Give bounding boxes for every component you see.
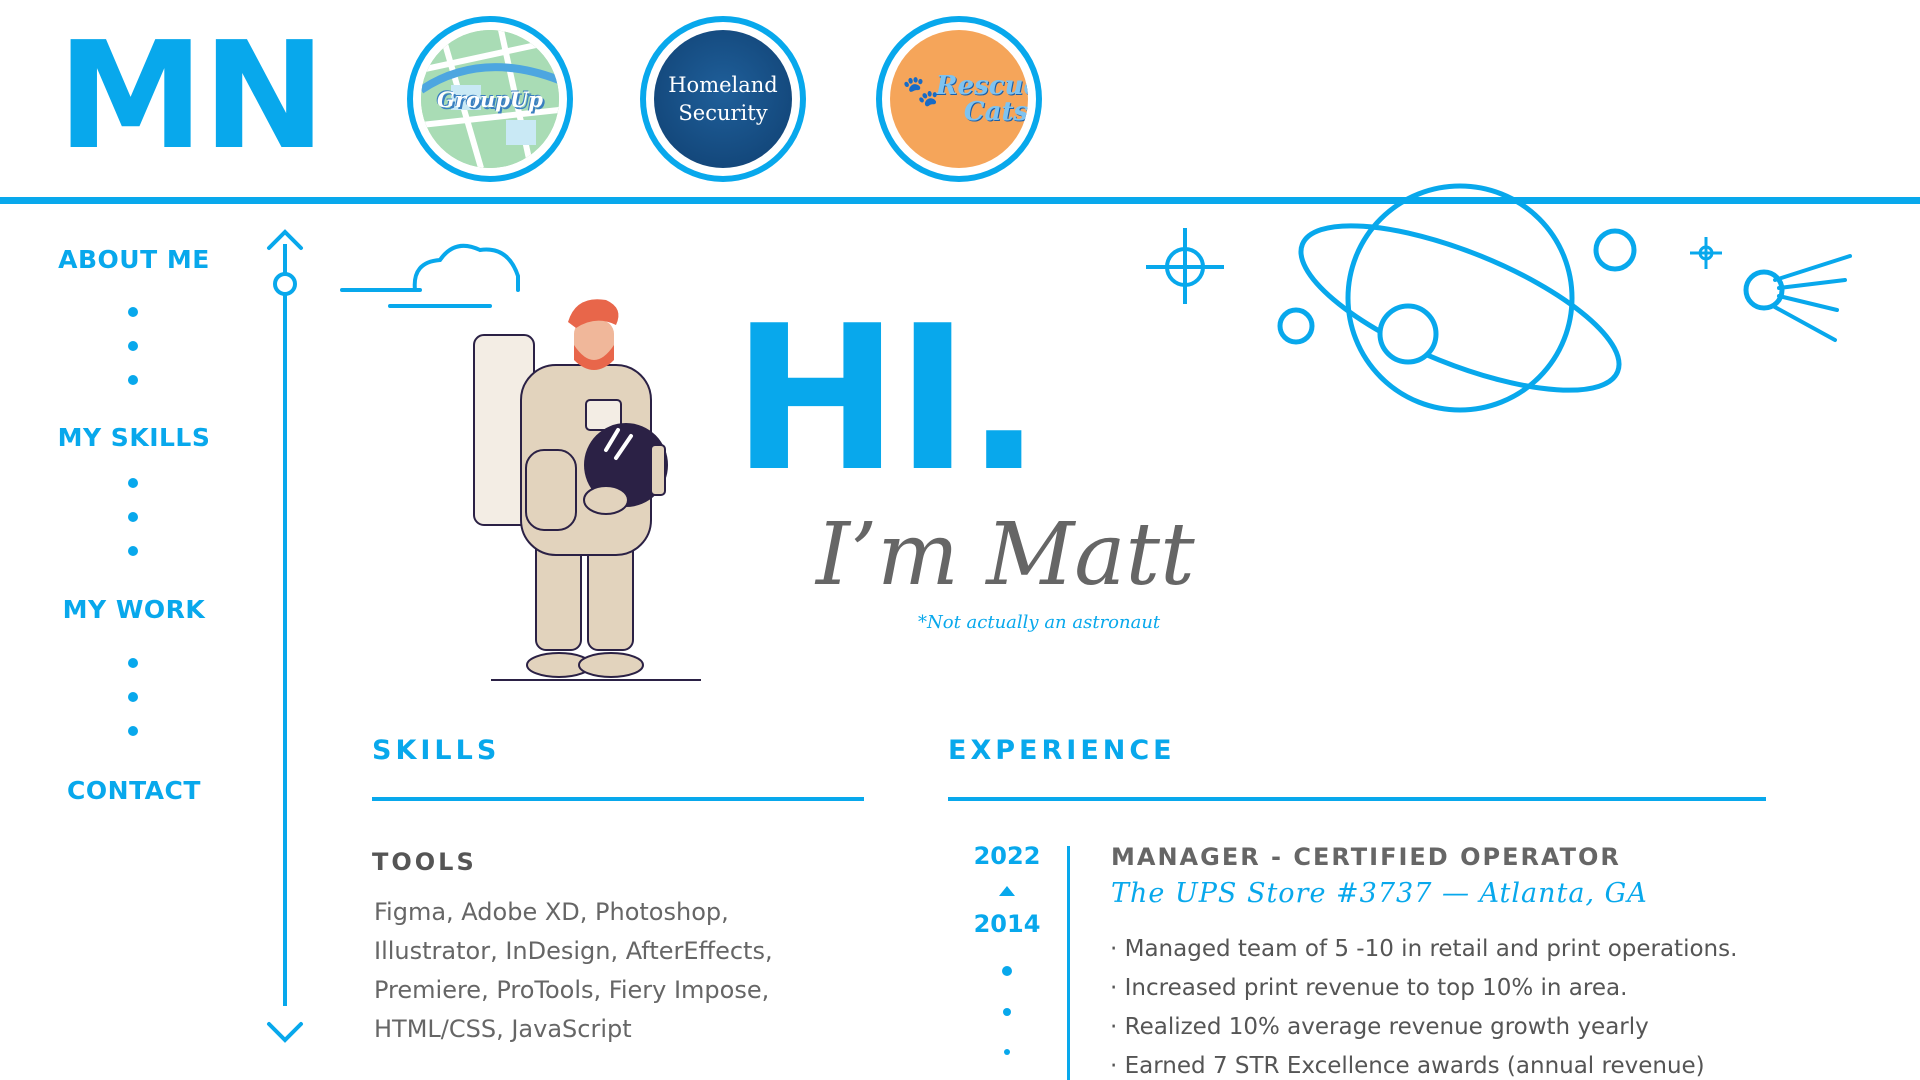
year-end: 2022 <box>973 842 1041 870</box>
tools-title: TOOLS <box>372 848 477 876</box>
rescue-label-line1: Rescue <box>935 71 1028 101</box>
nav-item-contact[interactable]: CONTACT <box>34 776 234 805</box>
job-bullet: · Realized 10% average revenue growth ye… <box>1110 1014 1649 1040</box>
homeland-security-thumbnail: Homeland Security <box>654 30 792 168</box>
logo[interactable]: MN <box>57 22 326 170</box>
nav-dot <box>128 341 138 351</box>
triangle-up-icon <box>999 886 1015 896</box>
tools-line: Illustrator, InDesign, AfterEffects, <box>374 937 773 965</box>
nav-dot <box>128 307 138 317</box>
satellite-icon <box>1743 254 1852 342</box>
job-bullet: · Earned 7 STR Excellence awards (annual… <box>1110 1053 1705 1079</box>
sparkle-icon <box>1146 228 1224 304</box>
planet-icon <box>1277 183 1637 413</box>
hero-greeting: HI. <box>732 283 1042 516</box>
scroll-rail[interactable] <box>283 244 287 1006</box>
job-place: The UPS Store #3737 — Atlanta, GA <box>1111 878 1648 909</box>
job-title: MANAGER - CERTIFIED OPERATOR <box>1111 843 1621 871</box>
skills-title: SKILLS <box>372 735 501 766</box>
tools-line: HTML/CSS, JavaScript <box>374 1015 632 1043</box>
hero-footnote: *Not actually an astronaut <box>918 612 1161 633</box>
timeline-dot <box>1003 1008 1011 1016</box>
rescue-cats-thumbnail: 🐾 Rescue Cats <box>890 30 1028 168</box>
job-bullet: · Managed team of 5 -10 in retail and pr… <box>1110 936 1738 962</box>
nav-item-my-work[interactable]: MY WORK <box>34 595 234 624</box>
nav-dot <box>128 692 138 702</box>
tools-line: Figma, Adobe XD, Photoshop, <box>374 898 729 926</box>
rescue-label-line2: Cats <box>963 97 1028 127</box>
nav-dot <box>128 546 138 556</box>
scroll-position-indicator[interactable] <box>270 269 300 299</box>
experience-divider <box>948 797 1766 801</box>
nav-item-about-me[interactable]: ABOUT ME <box>34 245 234 274</box>
homeland-label-line1: Homeland <box>668 73 778 97</box>
nav-dot <box>128 478 138 488</box>
nav-dot <box>128 658 138 668</box>
nav-dot <box>128 726 138 736</box>
timeline-dot <box>1004 1049 1010 1055</box>
tools-list: Figma, Adobe XD, Photoshop, Illustrator,… <box>374 893 834 1049</box>
project-badge-rescue-cats[interactable]: 🐾 Rescue Cats <box>876 16 1042 182</box>
year-start: 2014 <box>973 910 1041 938</box>
nav-item-my-skills[interactable]: MY SKILLS <box>34 423 234 452</box>
groupup-thumbnail: GroupUp <box>421 30 559 168</box>
groupup-label: GroupUp <box>437 86 543 112</box>
timeline-dot <box>1002 966 1012 976</box>
tools-line: Premiere, ProTools, Fiery Impose, <box>374 976 770 1004</box>
experience-title: EXPERIENCE <box>948 735 1176 766</box>
hero-intro: I’m Matt <box>816 505 1195 605</box>
job-bullet: · Increased print revenue to top 10% in … <box>1110 975 1628 1001</box>
chevron-down-icon[interactable] <box>265 1018 305 1048</box>
paw-icon: 🐾 <box>902 74 940 109</box>
skills-divider <box>372 797 864 801</box>
project-badge-groupup[interactable]: GroupUp <box>407 16 573 182</box>
nav-dot <box>128 375 138 385</box>
project-badge-homeland-security[interactable]: Homeland Security <box>640 16 806 182</box>
small-star-icon <box>1690 237 1722 269</box>
homeland-label-line2: Security <box>678 101 768 125</box>
astronaut-illustration <box>473 299 701 681</box>
nav-dot <box>128 512 138 522</box>
experience-timeline-rail <box>1067 846 1070 1080</box>
